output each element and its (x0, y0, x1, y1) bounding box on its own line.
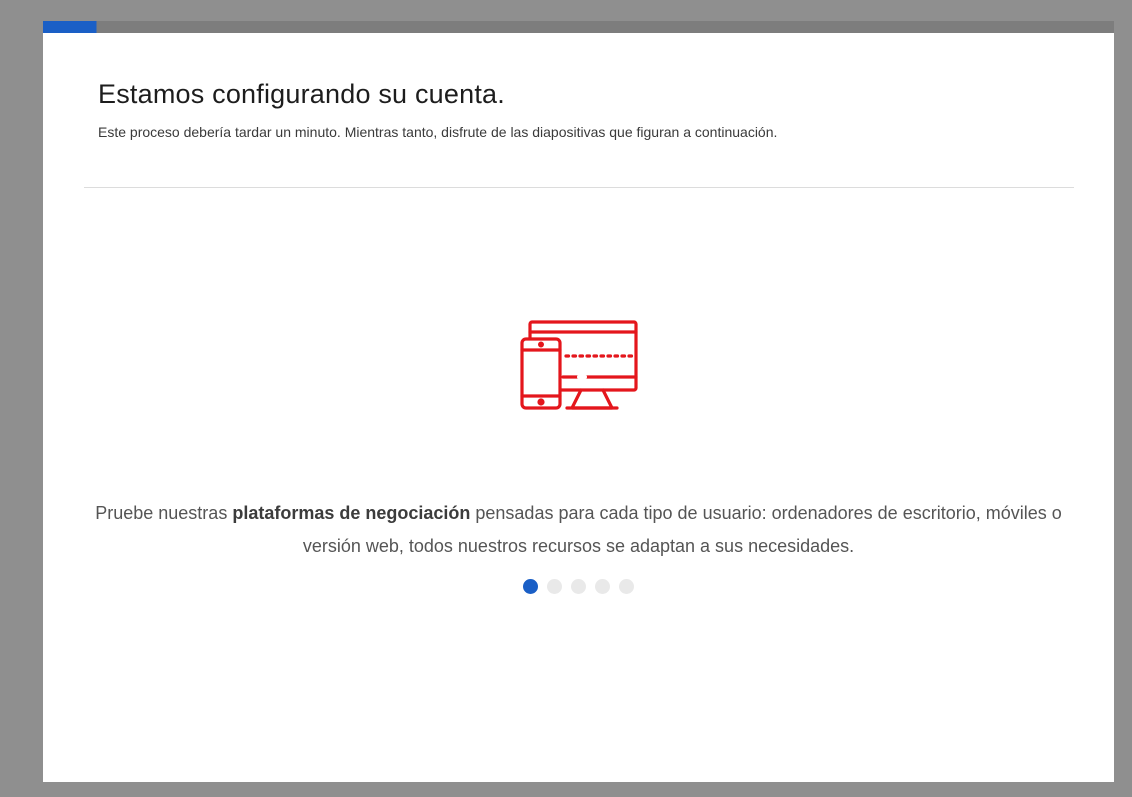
progress-bar (43, 21, 1114, 33)
setup-modal: Estamos configurando su cuenta. Este pro… (43, 21, 1114, 782)
page-subtitle: Este proceso debería tardar un minuto. M… (98, 124, 778, 140)
slide-text-start: Pruebe nuestras (95, 503, 233, 523)
header-divider (84, 187, 1074, 188)
progress-bar-fill (43, 21, 97, 33)
carousel-dot-3[interactable] (571, 579, 586, 594)
modal-header: Estamos configurando su cuenta. Este pro… (98, 79, 1074, 140)
carousel-dot-5[interactable] (619, 579, 634, 594)
carousel-dot-2[interactable] (547, 579, 562, 594)
carousel-dot-4[interactable] (595, 579, 610, 594)
devices-icon (519, 319, 639, 414)
page-title: Estamos configurando su cuenta. (98, 79, 505, 109)
carousel-dot-1[interactable] (523, 579, 538, 594)
slide-description: Pruebe nuestras plataformas de negociaci… (83, 497, 1074, 563)
carousel-pagination (43, 579, 1114, 594)
slide-text-highlight: plataformas de negociación (232, 503, 471, 523)
